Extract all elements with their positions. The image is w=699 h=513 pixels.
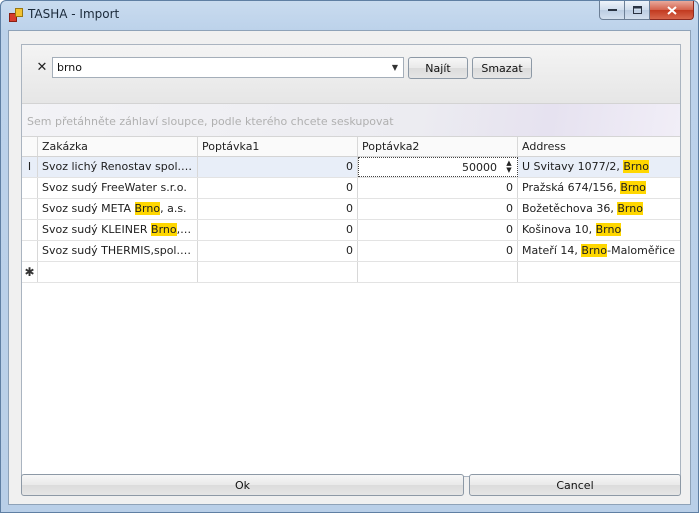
- cell-text: 0: [506, 244, 513, 257]
- cell-zakazka[interactable]: Svoz sudý FreeWater s.r.o.: [38, 178, 198, 198]
- cell-poptavka1[interactable]: 0: [198, 220, 358, 240]
- cancel-button[interactable]: Cancel: [469, 474, 681, 496]
- maximize-button[interactable]: [625, 1, 650, 20]
- window-title: TASHA - Import: [28, 7, 120, 21]
- search-input[interactable]: [53, 58, 383, 77]
- cell-address[interactable]: Košinova 10, Brno: [518, 220, 680, 240]
- spin-updown-icon[interactable]: ▲ ▼: [504, 160, 514, 175]
- minimize-button[interactable]: [599, 1, 625, 20]
- group-by-hint: Sem přetáhněte záhlaví sloupce, podle kt…: [27, 115, 394, 128]
- group-by-panel[interactable]: Sem přetáhněte záhlaví sloupce, podle kt…: [22, 104, 680, 137]
- search-match-highlight: Brno: [595, 223, 622, 236]
- table-row[interactable]: I Svoz lichý Renostav spol.s r.o. 0 50000 ▲ ▼…: [22, 157, 680, 178]
- column-header-address[interactable]: Address: [518, 137, 680, 156]
- cell-poptavka1[interactable]: 0: [198, 178, 358, 198]
- cell-text: Košinova 10,: [522, 223, 596, 236]
- search-match-highlight: Brno: [151, 223, 177, 236]
- cell-text: Svoz sudý THERMIS,spol.s r.o.: [42, 244, 198, 257]
- cell-text: Svoz sudý KLEINER: [42, 223, 152, 236]
- chevron-down-icon[interactable]: ▼: [387, 58, 403, 77]
- app-icon: [9, 8, 23, 22]
- clear-button[interactable]: Smazat: [472, 57, 532, 79]
- column-header-poptavka2[interactable]: Poptávka2: [358, 137, 518, 156]
- close-icon: [666, 5, 677, 15]
- cell-text: Božetěchova 36,: [522, 202, 618, 215]
- import-window: TASHA - Import ✕ ▼ Najít Smazat: [0, 0, 699, 513]
- cell-text: , a.s.: [160, 202, 187, 215]
- row-indicator[interactable]: [22, 178, 38, 198]
- cell-address[interactable]: Božetěchova 36, Brno: [518, 199, 680, 219]
- grid-body: I Svoz lichý Renostav spol.s r.o. 0 50000 ▲ ▼…: [22, 157, 680, 262]
- cell-text: , sp...: [176, 223, 197, 236]
- column-header-zakazka[interactable]: Zakázka: [38, 137, 198, 156]
- cell-poptavka1[interactable]: 0: [198, 157, 358, 177]
- search-combo[interactable]: ▼: [52, 57, 404, 78]
- new-row-cell[interactable]: [198, 262, 358, 282]
- find-button[interactable]: Najít: [408, 57, 468, 79]
- row-header-corner: [22, 137, 38, 156]
- cell-poptavka2[interactable]: 0: [358, 199, 518, 219]
- column-header-poptavka1[interactable]: Poptávka1: [198, 137, 358, 156]
- close-button[interactable]: [650, 1, 694, 20]
- new-row-cell[interactable]: [358, 262, 518, 282]
- cell-text: 0: [506, 202, 513, 215]
- search-match-highlight: Brno: [134, 202, 161, 215]
- cell-address[interactable]: Mateří 14, Brno-Maloměřice: [518, 241, 680, 261]
- cell-address[interactable]: Pražská 674/156, Brno: [518, 178, 680, 198]
- row-indicator[interactable]: [22, 220, 38, 240]
- cell-address[interactable]: U Svitavy 1077/2, Brno: [518, 157, 680, 177]
- cell-poptavka1[interactable]: 0: [198, 199, 358, 219]
- cell-text: 50000: [462, 161, 497, 174]
- table-row[interactable]: Svoz sudý THERMIS,spol.s r.o. 0 0 Mateří 14…: [22, 241, 680, 262]
- new-row-cell[interactable]: [38, 262, 198, 282]
- cell-text: Mateří 14,: [522, 244, 582, 257]
- row-indicator[interactable]: [22, 199, 38, 219]
- table-row[interactable]: Svoz sudý FreeWater s.r.o. 0 0 Pražská 674/…: [22, 178, 680, 199]
- new-row-cell[interactable]: [518, 262, 680, 282]
- row-indicator[interactable]: [22, 241, 38, 261]
- cell-poptavka2[interactable]: 0: [358, 220, 518, 240]
- cell-text: Pražská 674/156,: [522, 181, 621, 194]
- grid-header: Zakázka Poptávka1 Poptávka2 Address: [22, 137, 680, 157]
- search-match-highlight: Brno: [617, 202, 643, 215]
- maximize-icon: [632, 6, 642, 14]
- close-x-icon[interactable]: ✕: [35, 61, 49, 75]
- cell-zakazka[interactable]: Svoz sudý KLEINER Brno, sp...: [38, 220, 198, 240]
- cell-text: 0: [506, 181, 513, 194]
- cell-zakazka[interactable]: Svoz sudý THERMIS,spol.s r.o.: [38, 241, 198, 261]
- cell-text: Svoz lichý Renostav spol.s r.o.: [42, 160, 198, 173]
- search-toolbar: ✕ ▼ Najít Smazat: [22, 45, 680, 104]
- data-grid: Zakázka Poptávka1 Poptávka2 Address I Svo…: [22, 137, 680, 283]
- caption-buttons: [599, 1, 694, 21]
- ok-button[interactable]: Ok: [21, 474, 464, 496]
- cell-poptavka1[interactable]: 0: [198, 241, 358, 261]
- cell-text: U Svitavy 1077/2,: [522, 160, 624, 173]
- row-indicator[interactable]: I: [22, 157, 38, 177]
- search-match-highlight: Brno: [623, 160, 649, 173]
- cell-text: Svoz sudý FreeWater s.r.o.: [42, 181, 187, 194]
- new-row-indicator: ✱: [22, 262, 38, 282]
- search-match-highlight: Brno: [581, 244, 608, 257]
- cell-poptavka2[interactable]: 0: [358, 241, 518, 261]
- title-bar[interactable]: TASHA - Import: [1, 1, 698, 29]
- cell-poptavka2-editor[interactable]: 50000 ▲ ▼: [358, 157, 518, 177]
- client-area: ✕ ▼ Najít Smazat Sem přetáhněte záhlaví …: [8, 30, 691, 505]
- cell-text: -Maloměřice: [607, 244, 676, 257]
- search-match-highlight: Brno: [620, 181, 646, 194]
- cell-zakazka[interactable]: Svoz sudý META Brno, a.s.: [38, 199, 198, 219]
- cell-zakazka[interactable]: Svoz lichý Renostav spol.s r.o.: [38, 157, 198, 177]
- cell-text: Svoz sudý META: [42, 202, 135, 215]
- new-row[interactable]: ✱: [22, 262, 680, 283]
- table-row[interactable]: Svoz sudý META Brno, a.s. 0 0 Božetěchova 3…: [22, 199, 680, 220]
- minimize-icon: [607, 8, 617, 11]
- cell-poptavka2[interactable]: 0: [358, 178, 518, 198]
- import-grid-panel: ✕ ▼ Najít Smazat Sem přetáhněte záhlaví …: [21, 44, 681, 477]
- table-row[interactable]: Svoz sudý KLEINER Brno, sp...00Košinova …: [22, 220, 680, 241]
- cell-text: 0: [506, 223, 513, 236]
